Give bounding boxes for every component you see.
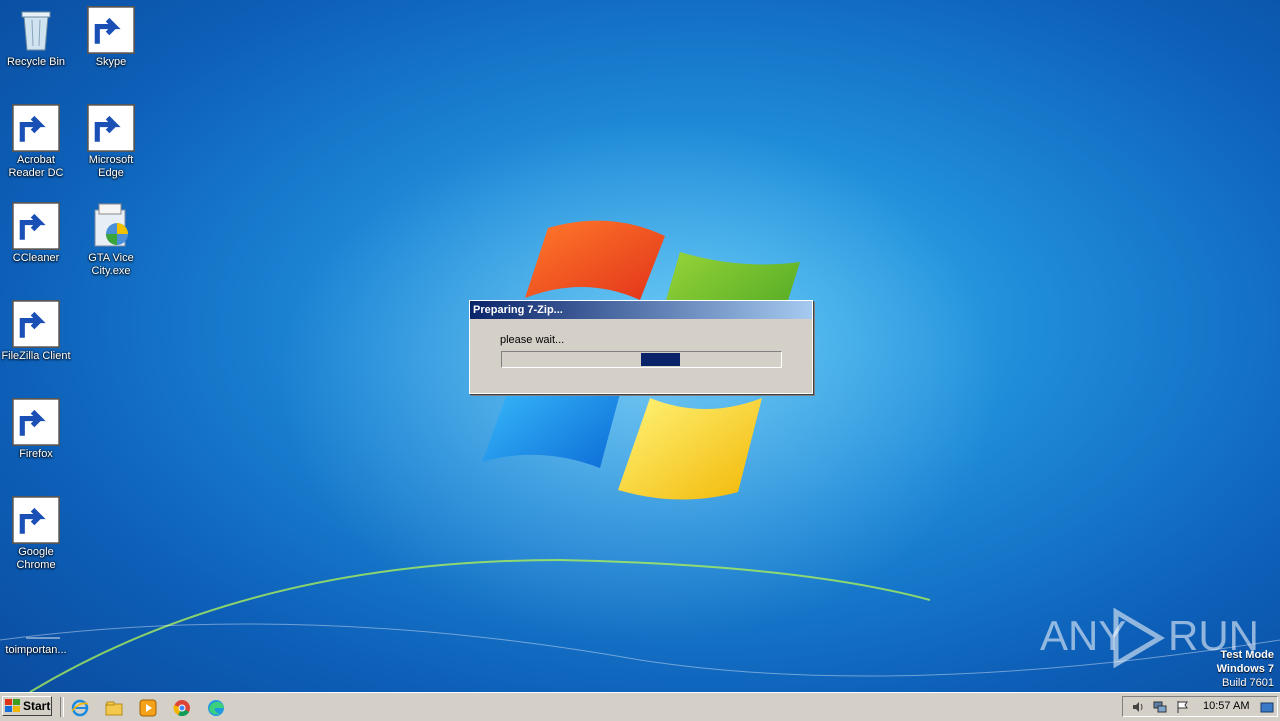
volume-icon[interactable]	[1131, 700, 1145, 714]
chrome-icon	[12, 496, 60, 544]
desktop-icon-firefox[interactable]: Firefox	[0, 398, 72, 461]
file-explorer-icon[interactable]	[105, 699, 123, 717]
installer-icon	[87, 202, 135, 250]
desktop-icon-label: CCleaner	[12, 252, 60, 264]
network-icon[interactable]	[1153, 700, 1167, 714]
taskbar-clock[interactable]: 10:57 AM	[1203, 700, 1249, 712]
shortcut-arrow-icon	[87, 104, 135, 152]
desktop-icon-chrome[interactable]: Google Chrome	[0, 496, 72, 572]
desktop-icon-skype[interactable]: S Skype	[75, 6, 147, 69]
action-center-flag-icon[interactable]	[1175, 700, 1189, 714]
desktop-icon-label: Recycle Bin	[6, 56, 66, 68]
chrome-taskbar-icon[interactable]	[173, 699, 191, 717]
show-desktop-icon[interactable]	[1260, 700, 1274, 714]
firefox-icon	[12, 398, 60, 446]
progress-block	[641, 353, 680, 366]
test-mode-label: Test Mode	[1220, 649, 1274, 661]
desktop-icon-label: FileZilla Client	[1, 350, 71, 362]
progress-bar	[501, 351, 782, 368]
desktop-icon-ccleaner[interactable]: CCleaner	[0, 202, 72, 265]
desktop-icon-toimportant[interactable]: toimportan...	[0, 594, 72, 657]
desktop-icon-edge[interactable]: Microsoft Edge	[75, 104, 147, 180]
desktop-icon-label: Acrobat Reader DC	[8, 154, 64, 179]
shortcut-arrow-icon	[12, 398, 60, 446]
desktop-icon-label: toimportan...	[5, 644, 67, 656]
internet-explorer-icon[interactable]	[71, 699, 89, 717]
filezilla-icon: FZ	[12, 300, 60, 348]
shortcut-arrow-icon	[12, 496, 60, 544]
shortcut-arrow-icon	[12, 104, 60, 152]
desktop-icon-gta-vice-city[interactable]: GTA Vice City.exe	[75, 202, 147, 278]
start-button[interactable]: Start	[2, 696, 52, 716]
build-label: Build 7601	[1222, 677, 1274, 689]
desktop-icon-label: Microsoft Edge	[88, 154, 134, 179]
play-logo-icon	[1113, 608, 1165, 668]
dialog-message: please wait...	[500, 334, 565, 346]
dialog-title[interactable]: Preparing 7-Zip...	[470, 301, 812, 319]
desktop-icon-label: Firefox	[19, 448, 53, 460]
desktop-icon-label: Google Chrome	[16, 546, 56, 571]
blank-file-icon	[12, 594, 60, 642]
desktop-icon-recycle-bin[interactable]: Recycle Bin	[0, 6, 72, 69]
desktop-icon-filezilla[interactable]: FZ FileZilla Client	[0, 300, 72, 363]
edge-taskbar-icon[interactable]	[207, 699, 225, 717]
start-label: Start	[23, 699, 51, 713]
preparing-7zip-dialog: Preparing 7-Zip... please wait...	[469, 300, 813, 394]
ccleaner-icon	[12, 202, 60, 250]
os-label: Windows 7	[1216, 663, 1274, 675]
edge-icon	[87, 104, 135, 152]
desktop-icon-label: Skype	[95, 56, 127, 68]
taskbar: Start 10:57 AM	[0, 692, 1280, 721]
recycle-bin-icon	[12, 6, 60, 54]
shortcut-arrow-icon	[12, 300, 60, 348]
taskbar-separator	[60, 697, 64, 717]
shortcut-arrow-icon	[12, 202, 60, 250]
shortcut-arrow-icon	[87, 6, 135, 54]
desktop-icon-label: GTA Vice City.exe	[88, 252, 134, 277]
windows-logo-icon	[5, 699, 20, 712]
media-player-icon[interactable]	[139, 699, 157, 717]
skype-icon: S	[87, 6, 135, 54]
system-tray: 10:57 AM	[1122, 696, 1278, 717]
acrobat-icon	[12, 104, 60, 152]
desktop-icon-acrobat[interactable]: Acrobat Reader DC	[0, 104, 72, 180]
test-mode-notice: Test Mode Windows 7 Build 7601	[1217, 648, 1274, 690]
